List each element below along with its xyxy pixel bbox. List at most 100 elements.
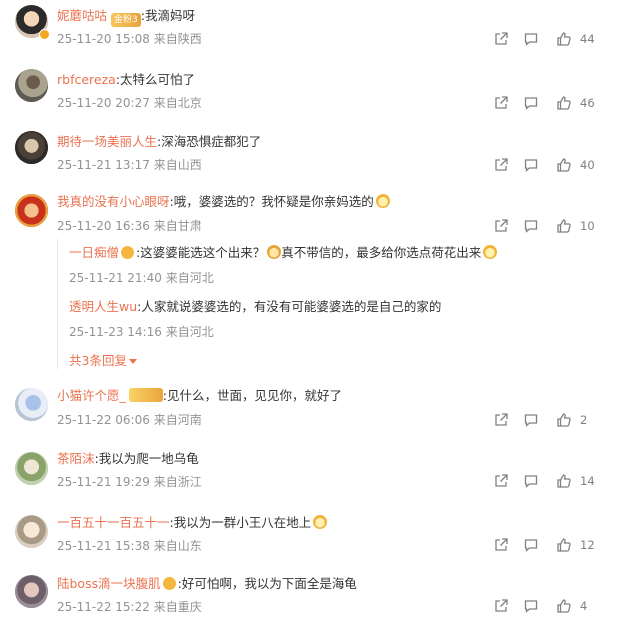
timestamp: 25-11-21 13:17 [57, 158, 150, 172]
comment-meta: 25-11-20 15:08 来自陕西 [57, 31, 202, 47]
comment-text: 我以为爬一地乌龟 [98, 451, 199, 466]
share-button[interactable] [493, 536, 509, 554]
avatar[interactable] [15, 388, 48, 421]
share-button[interactable] [493, 411, 509, 429]
comment-text: 我滴妈呀 [144, 8, 195, 23]
timestamp: 25-11-20 20:27 [57, 96, 150, 110]
share-button[interactable] [493, 156, 509, 174]
username[interactable]: 期待一场美丽人生 [57, 134, 157, 149]
comment-text: 哦，婆婆选的？我怀疑是你亲妈选的 [173, 194, 374, 209]
reply-text: 人家就说婆婆选的，有没有可能婆婆选的是自己的家的 [141, 299, 442, 314]
comment-line: 一百五十一百五十一:我以为一群小王八在地上 [57, 515, 328, 531]
like-button[interactable]: 4 [556, 597, 587, 615]
like-button[interactable]: 46 [556, 94, 595, 112]
comment-item: 妮蘑咕咕 金粉3:我滴妈呀 25-11-20 15:08 来自陕西 44 [0, 0, 623, 60]
timestamp: 25-11-21 19:29 [57, 475, 150, 489]
avatar[interactable] [15, 515, 48, 548]
like-count: 12 [580, 538, 595, 552]
emoji-icon [267, 245, 282, 259]
fan-badge-icon: 金粉3 [111, 13, 141, 27]
share-icon [493, 598, 509, 614]
reply-item: 一日痴僧:这婆婆能选这个出来？ 真不带信的，最多给你选点荷花出来 25-11-21… [69, 245, 529, 286]
username[interactable]: 小猫许个愿_ [57, 388, 126, 403]
like-count: 2 [580, 413, 588, 427]
reply-list: 一日痴僧:这婆婆能选这个出来？ 真不带信的，最多给你选点荷花出来 25-11-21… [57, 239, 527, 369]
like-icon [556, 412, 572, 428]
username[interactable]: 陆boss滴一块腹肌 [57, 576, 161, 591]
reply-meta: 25-11-21 21:40 来自河北 [69, 269, 529, 286]
comment-button[interactable] [523, 94, 539, 112]
username[interactable]: 茶陌沫 [57, 451, 95, 466]
comment-line: 茶陌沫:我以为爬一地乌龟 [57, 451, 199, 466]
username[interactable]: 妮蘑咕咕 [57, 8, 107, 23]
comment-text: 深海恐惧症都犯了 [161, 134, 262, 149]
share-icon [493, 31, 509, 47]
share-button[interactable] [493, 597, 509, 615]
timestamp: 25-11-20 15:08 [57, 32, 150, 46]
comment-meta: 25-11-21 19:29 来自浙江 [57, 474, 202, 490]
avatar[interactable] [15, 131, 48, 164]
comment-text: 见什么，世面，见见你，就好了 [166, 388, 342, 403]
share-icon [493, 537, 509, 553]
username[interactable]: rbfcereza [57, 72, 116, 87]
comment-button[interactable] [523, 156, 539, 174]
username[interactable]: 一日痴僧 [69, 245, 119, 260]
action-bar: 14 [493, 472, 623, 492]
avatar[interactable] [15, 69, 48, 102]
comment-item: 茶陌沫:我以为爬一地乌龟 25-11-21 19:29 来自浙江 14 [0, 446, 623, 506]
level-badge-icon [128, 388, 163, 402]
like-button[interactable]: 2 [556, 411, 587, 429]
timestamp: 25-11-22 15:22 [57, 600, 150, 614]
emoji-icon [313, 515, 328, 529]
like-button[interactable]: 12 [556, 536, 595, 554]
reply-text-cont: 真不带信的，最多给你选点荷花出来 [281, 245, 482, 260]
comment-text: 太特么可怕了 [120, 72, 196, 87]
comment-icon [523, 537, 539, 553]
like-count: 14 [580, 474, 595, 488]
avatar[interactable] [15, 452, 48, 485]
comment-button[interactable] [523, 30, 539, 48]
location: 来自河南 [153, 413, 202, 427]
chevron-down-icon [128, 359, 137, 364]
comment-text: 我以为一群小王八在地上 [173, 515, 312, 530]
like-button[interactable]: 14 [556, 472, 595, 490]
timestamp: 25-11-20 16:36 [57, 219, 150, 233]
like-icon [556, 95, 572, 111]
like-button[interactable]: 40 [556, 156, 595, 174]
comment-button[interactable] [523, 472, 539, 490]
comment-button[interactable] [523, 217, 539, 235]
share-icon [493, 218, 509, 234]
comment-button[interactable] [523, 411, 539, 429]
share-button[interactable] [493, 94, 509, 112]
share-button[interactable] [493, 472, 509, 490]
timestamp: 25-11-21 15:38 [57, 539, 150, 553]
like-button[interactable]: 10 [556, 217, 595, 235]
avatar[interactable] [15, 194, 48, 227]
share-icon [493, 95, 509, 111]
like-icon [556, 218, 572, 234]
username[interactable]: 透明人生wu [69, 299, 137, 314]
location: 来自甘肃 [153, 219, 202, 233]
action-bar: 4 [493, 597, 623, 617]
comment-button[interactable] [523, 536, 539, 554]
location: 来自山东 [153, 539, 202, 553]
more-replies-link[interactable]: 共3条回复 [69, 350, 137, 369]
like-button[interactable]: 44 [556, 30, 595, 48]
username[interactable]: 我真的没有小心眼呀 [57, 194, 170, 209]
location: 来自重庆 [153, 600, 202, 614]
comment-line: 小猫许个愿_:见什么，世面，见见你，就好了 [57, 388, 342, 403]
action-bar: 12 [493, 536, 623, 556]
share-button[interactable] [493, 30, 509, 48]
like-icon [556, 537, 572, 553]
comment-meta: 25-11-21 13:17 来自山西 [57, 157, 202, 173]
username[interactable]: 一百五十一百五十一 [57, 515, 170, 530]
comment-button[interactable] [523, 597, 539, 615]
share-button[interactable] [493, 217, 509, 235]
comment-line: 妮蘑咕咕 金粉3:我滴妈呀 [57, 8, 195, 27]
avatar[interactable] [15, 575, 48, 608]
fan-badge-icon [121, 246, 135, 259]
comment-line: 陆boss滴一块腹肌:好可怕啊，我以为下面全是海龟 [57, 576, 357, 591]
location: 来自河北 [165, 325, 214, 339]
comment-icon [523, 598, 539, 614]
like-count: 40 [580, 158, 595, 172]
